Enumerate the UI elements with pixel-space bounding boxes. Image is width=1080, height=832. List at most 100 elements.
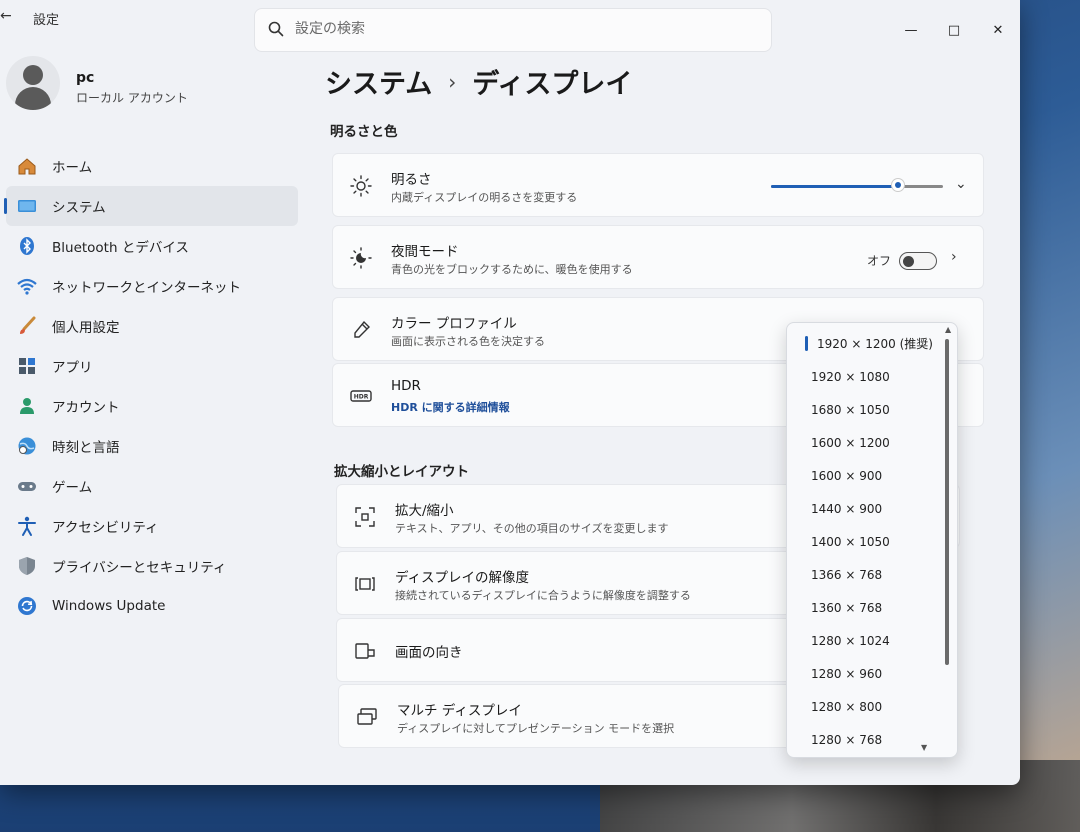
scale-icon [355, 507, 375, 527]
scale-title: 拡大/縮小 [395, 503, 454, 519]
breadcrumb: システム › ディスプレイ [325, 62, 632, 101]
slider-thumb[interactable] [891, 178, 906, 192]
sidebar-item-system[interactable]: システム [4, 186, 298, 226]
arrow-left-icon[interactable]: ← [0, 8, 16, 28]
sidebar-item-network[interactable]: ネットワークとインターネット [6, 266, 298, 306]
slider-fill [771, 185, 899, 188]
color-profile-title: カラー プロファイル [391, 316, 517, 332]
sidebar-item-label: アプリ [52, 360, 93, 376]
multi-display-subtitle: ディスプレイに対してプレゼンテーション モードを選択 [397, 722, 675, 735]
sidebar-item-accessibility[interactable]: アクセシビリティ [6, 506, 298, 546]
sidebar-item-windows-update[interactable]: Windows Update [6, 586, 298, 626]
brightness-title: 明るさ [391, 172, 432, 188]
night-light-title: 夜間モード [391, 244, 459, 260]
night-light-icon [350, 247, 372, 269]
gamepad-icon [18, 482, 36, 491]
sidebar-item-label: ゲーム [52, 480, 93, 496]
dropdown-scrollbar[interactable] [945, 339, 949, 665]
resolution-option[interactable]: 1360 × 768 [787, 591, 937, 624]
user-profile[interactable]: pc ローカル アカウント [6, 56, 286, 116]
sun-icon [350, 175, 372, 197]
system-monitor-icon [18, 200, 36, 212]
sidebar-item-label: Windows Update [52, 598, 166, 614]
resolution-option[interactable]: 1600 × 1200 [787, 426, 937, 459]
night-light-state: オフ [867, 254, 892, 268]
search-icon [268, 21, 284, 37]
resolution-option[interactable]: 1920 × 1080 [787, 360, 937, 393]
close-button[interactable]: ✕ [987, 20, 1009, 42]
color-profile-subtitle: 画面に表示される色を決定する [391, 335, 545, 348]
resolution-option[interactable]: 1280 × 768 [787, 723, 937, 756]
resolution-option[interactable]: 1280 × 800 [787, 690, 937, 723]
sidebar-item-privacy[interactable]: プライバシーとセキュリティ [6, 546, 298, 586]
hdr-icon: HDR [350, 390, 372, 402]
resolution-option[interactable]: 1600 × 900 [787, 459, 937, 492]
sidebar-item-label: システム [52, 200, 106, 216]
resolution-icon [355, 577, 375, 591]
resolution-option[interactable]: 1920 × 1200 (推奨) [787, 327, 937, 360]
hdr-learn-more-link[interactable]: HDR に関する詳細情報 [391, 399, 510, 415]
search-box[interactable] [254, 8, 772, 52]
scroll-up-icon[interactable]: ▲ [945, 325, 951, 334]
title-bar: ← 設定 — □ ✕ [0, 0, 1020, 52]
apps-icon [19, 358, 35, 374]
night-light-card[interactable]: 夜間モード 青色の光をブロックするために、暖色を使用する オフ › [332, 225, 984, 289]
sidebar-item-label: 個人用設定 [52, 320, 120, 336]
brightness-subtitle: 内蔵ディスプレイの明るさを変更する [391, 191, 578, 204]
avatar [6, 56, 60, 110]
resolution-option[interactable]: 1440 × 900 [787, 492, 937, 525]
scale-subtitle: テキスト、アプリ、その他の項目のサイズを変更します [395, 522, 669, 535]
account-icon [20, 398, 34, 414]
resolution-subtitle: 接続されているディスプレイに合うように解像度を調整する [395, 589, 691, 602]
resolution-option-list: 1920 × 1200 (推奨) 1920 × 1080 1680 × 1050 16… [787, 327, 937, 756]
search-input[interactable] [295, 17, 735, 41]
sidebar-item-label: ネットワークとインターネット [52, 280, 241, 296]
sidebar-item-bluetooth[interactable]: Bluetooth とデバイス [6, 226, 298, 266]
resolution-option[interactable]: 1680 × 1050 [787, 393, 937, 426]
minimize-button[interactable]: — [900, 20, 922, 42]
resolution-option[interactable]: 1366 × 768 [787, 558, 937, 591]
sidebar-item-accounts[interactable]: アカウント [6, 386, 298, 426]
sidebar-item-label: ホーム [52, 160, 93, 176]
sidebar-item-home[interactable]: ホーム [6, 146, 298, 186]
night-light-subtitle: 青色の光をブロックするために、暖色を使用する [391, 263, 633, 276]
brightness-slider[interactable] [771, 178, 943, 192]
sidebar-item-time-language[interactable]: 時刻と言語 [6, 426, 298, 466]
sidebar-item-label: アクセシビリティ [52, 520, 159, 536]
sidebar-item-personalization[interactable]: 個人用設定 [6, 306, 298, 346]
accessibility-icon [18, 516, 36, 536]
scroll-down-icon[interactable]: ▼ [921, 743, 927, 752]
profile-account-type: ローカル アカウント [76, 91, 188, 105]
hdr-title: HDR [391, 378, 421, 394]
breadcrumb-parent[interactable]: システム [325, 62, 432, 101]
resolution-option[interactable]: 1400 × 1050 [787, 525, 937, 558]
sidebar-item-label: Bluetooth とデバイス [52, 240, 189, 256]
orientation-icon [355, 643, 375, 659]
page-title: ディスプレイ [472, 69, 633, 100]
sidebar-item-label: プライバシーとセキュリティ [52, 560, 227, 576]
orientation-title: 画面の向き [395, 645, 463, 661]
section-title-brightness-color: 明るさと色 [330, 124, 398, 140]
wifi-icon [17, 278, 37, 295]
maximize-button[interactable]: □ [943, 20, 965, 42]
app-title: 設定 [33, 13, 60, 28]
sidebar-item-label: アカウント [52, 400, 120, 416]
sidebar-nav: ホーム システム Bluetooth とデバイス ネットワークとインターネット … [4, 146, 298, 626]
settings-window: ← 設定 — □ ✕ pc ローカル アカウント ホーム [0, 0, 1020, 785]
brightness-card[interactable]: 明るさ 内蔵ディスプレイの明るさを変更する ⌄ [332, 153, 984, 217]
profile-name: pc [76, 70, 95, 86]
chevron-down-icon[interactable]: ⌄ [955, 176, 967, 192]
resolution-option[interactable]: 1280 × 960 [787, 657, 937, 690]
sidebar-item-apps[interactable]: アプリ [6, 346, 298, 386]
sidebar-item-gaming[interactable]: ゲーム [6, 466, 298, 506]
svg-text:HDR: HDR [354, 394, 369, 401]
home-icon [18, 158, 36, 175]
chevron-right-icon[interactable]: › [951, 249, 957, 265]
resolution-option[interactable]: 1280 × 1024 [787, 624, 937, 657]
resolution-dropdown[interactable]: ▲ 1920 × 1200 (推奨) 1920 × 1080 1680 × 1050… [786, 322, 958, 758]
night-light-toggle[interactable] [899, 252, 937, 270]
shield-icon [19, 557, 35, 575]
globe-clock-icon [18, 437, 36, 455]
multi-display-icon [357, 708, 377, 725]
section-title-scale-layout: 拡大縮小とレイアウト [334, 464, 469, 480]
